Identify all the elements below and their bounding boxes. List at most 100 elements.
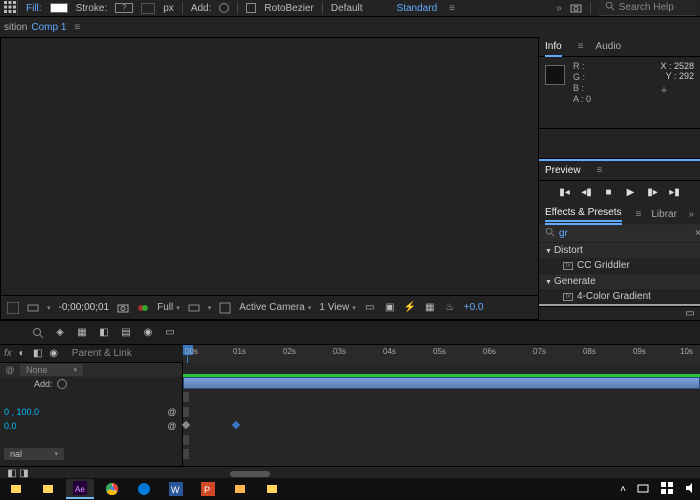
layer-duration-bar[interactable] [183,377,700,389]
rotobezier-checkbox[interactable] [246,3,256,13]
tab-audio[interactable]: Audio [596,41,622,52]
tab-libraries[interactable]: Librar [651,209,677,220]
tab-preview[interactable]: Preview [545,165,581,176]
magnification-dropdown[interactable]: Full▾ [157,302,180,313]
av-icon[interactable]: ◉ [48,348,60,360]
keyframe-marker[interactable] [183,435,189,445]
composition-tab-name[interactable]: Comp 1 [31,22,66,33]
modes-icon[interactable]: ◧ [32,348,44,360]
dropdown-arrow-icon[interactable]: ▾ [47,304,51,312]
rotation-value[interactable]: 0.0 [4,421,17,431]
stroke-width-field[interactable] [141,3,155,14]
keyframe-marker[interactable] [183,392,189,402]
pixel-aspect-icon[interactable]: ▣ [384,302,396,314]
tray-windows-icon[interactable] [660,481,674,498]
rotobezier-label[interactable]: RotoBezier [264,3,313,14]
keyframe-marker[interactable] [183,407,189,417]
tray-up-icon[interactable]: ˄ [620,484,626,495]
current-timecode[interactable]: -0;00;00;01 [59,302,110,313]
position-value[interactable]: 0 , 100.0 [4,407,39,417]
fast-preview-icon[interactable]: ⚡ [404,302,416,314]
snapshot-icon[interactable] [570,2,582,14]
graph-editor-icon[interactable]: ▭ [164,327,176,339]
parent-dropdown[interactable]: None▾ [20,364,83,376]
mask-toggle-icon[interactable] [219,302,231,314]
workspace-default[interactable]: Default [331,3,363,14]
effect-4-color-gradient[interactable]: fx4-Color Gradient [539,289,700,304]
stop-button[interactable]: ■ [603,186,615,198]
search-help-field[interactable]: Search Help [599,0,696,16]
tab-effects-presets[interactable]: Effects & Presets [545,207,622,222]
expand-chevron-icon[interactable]: » [556,3,562,14]
pickwhip-icon[interactable]: @ [4,364,16,376]
taskbar-chrome[interactable] [98,479,126,499]
panel-expand-icon[interactable]: » [688,209,694,220]
effects-panel-menu-icon[interactable]: ≡ [636,209,642,220]
view-options-icon[interactable]: ▭ [364,302,376,314]
timeline-zoom-scrollbar[interactable] [230,471,270,477]
tray-volume-icon[interactable] [684,481,698,498]
keyframe-diamond[interactable] [182,421,190,429]
preview-panel-menu-icon[interactable]: ≡ [597,165,603,176]
taskbar-app[interactable] [34,479,62,499]
taskbar-word[interactable]: W [162,479,190,499]
next-frame-button[interactable]: ▮▸ [647,186,659,198]
parentlink-header[interactable]: Parent & Link [72,348,132,359]
taskbar-powerpoint[interactable]: P [194,479,222,499]
tab-info[interactable]: Info [545,41,562,52]
stroke-swatch[interactable]: ? [115,3,133,13]
pickwhip-icon[interactable]: @ [166,406,178,418]
effects-search-input[interactable] [559,228,691,239]
alpha-toggle-icon[interactable] [7,302,19,314]
prev-frame-button[interactable]: ◂▮ [581,186,593,198]
channel-icon[interactable] [137,302,149,314]
taskbar-after-effects[interactable]: Ae [66,479,94,499]
taskbar-app[interactable] [258,479,286,499]
views-dropdown[interactable]: 1 View▾ [319,302,355,313]
keyframe-marker[interactable] [183,449,189,459]
fx-column-icon[interactable]: fx [4,348,12,359]
camera-dropdown[interactable]: Active Camera▾ [239,302,311,313]
exposure-value[interactable]: +0.0 [464,302,484,313]
draft3d-icon[interactable]: ▦ [76,327,88,339]
taskbar-app[interactable] [226,479,254,499]
pickwhip-icon[interactable]: @ [166,420,178,432]
motion-blur-icon[interactable]: ◉ [142,327,154,339]
tl-search-icon[interactable] [32,327,44,339]
add-vertex-button[interactable] [219,3,229,13]
camera-snap-icon[interactable] [117,302,129,314]
timeline-tracks[interactable] [183,363,700,466]
effects-category-distort[interactable]: ▼Distort [539,242,700,258]
composition-menu-icon[interactable]: ≡ [74,22,80,33]
effect-cc-griddler[interactable]: fxCC Griddler [539,258,700,273]
tray-network-icon[interactable] [636,481,650,498]
fill-swatch[interactable] [50,3,68,13]
frame-blend-icon[interactable]: ▤ [120,327,132,339]
dropdown-arrow-icon[interactable]: ▾ [208,304,212,312]
contents-add-button[interactable] [57,379,67,389]
clear-search-icon[interactable]: × [695,228,700,239]
time-ruler[interactable]: 00s 01s 02s 03s 04s 05s 06s 07s 08s 09s … [183,345,700,363]
comp-mini-flowchart-icon[interactable]: ◈ [54,327,66,339]
flowchart-icon[interactable]: ♨ [444,302,456,314]
keyframe-diamond[interactable] [232,421,240,429]
taskbar-app[interactable] [2,479,30,499]
anchor-grid-icon[interactable] [4,1,18,15]
info-panel-menu-icon[interactable]: ≡ [578,41,584,52]
grid-guides-icon[interactable] [188,302,200,314]
last-frame-button[interactable]: ▸▮ [669,186,681,198]
workspace-menu-icon[interactable]: ≡ [449,3,455,14]
first-frame-button[interactable]: ▮◂ [559,186,571,198]
effects-category-generate[interactable]: ▼Generate [539,273,700,289]
new-bin-icon[interactable]: ▭ [684,307,696,319]
workspace-standard[interactable]: Standard [397,3,438,14]
taskbar-edge[interactable] [130,479,158,499]
stroke-label[interactable]: Stroke: [76,3,108,14]
blend-mode-dropdown[interactable]: nal▾ [4,448,64,460]
switches-icon[interactable]: ◐ [16,348,28,360]
composition-viewer[interactable]: ▾ -0;00;00;01 Full▾ ▾ Active Camera▾ 1 V… [0,37,539,320]
timeline-icon[interactable]: ▦ [424,302,436,314]
resolution-icon[interactable] [27,302,39,314]
play-button[interactable]: ▶ [625,186,637,198]
shy-layers-icon[interactable]: ◧ [98,327,110,339]
